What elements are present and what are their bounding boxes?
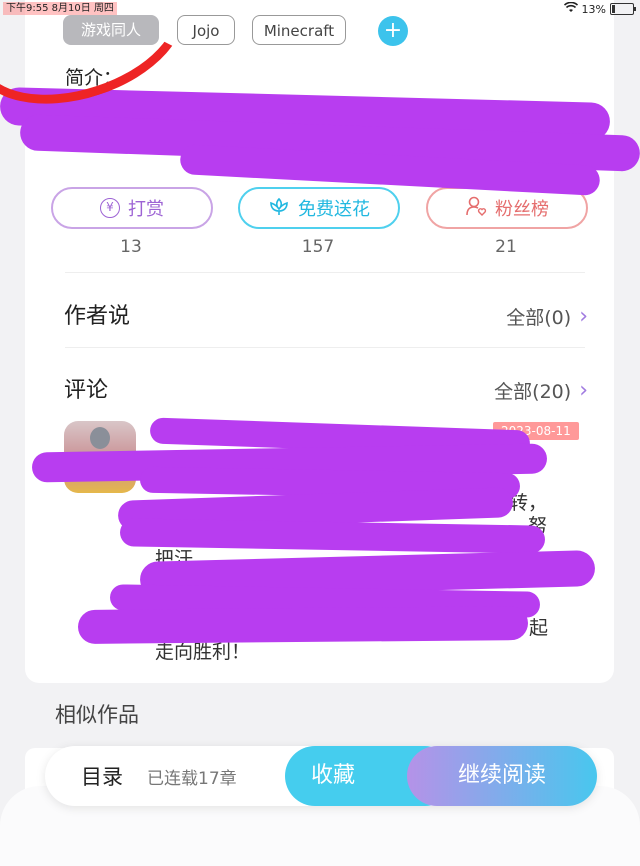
- author-says-all-label: 全部(0): [506, 307, 572, 329]
- yen-coin-icon: ¥: [100, 198, 120, 218]
- author-says-title: 作者说: [64, 304, 131, 329]
- redaction-mark: [77, 606, 529, 644]
- status-indicators: 13%: [563, 1, 636, 16]
- reward-count: 13: [120, 237, 142, 257]
- add-tag-button[interactable]: +: [378, 16, 408, 46]
- flower-count: 157: [301, 237, 335, 257]
- comments-all-link[interactable]: 全部(20) ›: [494, 377, 588, 404]
- comments-all-label: 全部(20): [494, 381, 572, 403]
- similar-works-title: 相似作品: [55, 703, 139, 727]
- tag-minecraft[interactable]: Minecraft: [252, 15, 346, 45]
- chevron-right-icon: ›: [579, 378, 588, 403]
- reward-button[interactable]: ¥ 打赏: [51, 187, 213, 229]
- fans-ranking-label: 粉丝榜: [495, 199, 549, 220]
- user-heart-icon: [465, 195, 487, 222]
- send-flower-button[interactable]: 免费送花: [238, 187, 400, 229]
- battery-percent: 13%: [581, 2, 606, 16]
- avatar-figure: [90, 427, 110, 449]
- chevron-right-icon: ›: [579, 304, 588, 329]
- wifi-icon: [563, 1, 578, 16]
- battery-icon: [610, 3, 636, 15]
- chapter-count: 已连载17章: [147, 769, 237, 789]
- fans-count: 21: [495, 237, 517, 257]
- author-says-all-link[interactable]: 全部(0) ›: [506, 303, 588, 330]
- bottom-action-bar: 目录 已连载17章 收藏 继续阅读: [45, 746, 597, 806]
- divider: [65, 272, 585, 273]
- continue-reading-button[interactable]: 继续阅读: [407, 746, 597, 806]
- tag-jojo[interactable]: Jojo: [177, 15, 235, 45]
- reward-label: 打赏: [128, 199, 164, 220]
- send-flower-label: 免费送花: [298, 199, 370, 220]
- flower-icon: [268, 196, 290, 221]
- toc-button[interactable]: 目录: [81, 761, 123, 791]
- comments-title: 评论: [64, 378, 109, 403]
- divider: [65, 347, 585, 348]
